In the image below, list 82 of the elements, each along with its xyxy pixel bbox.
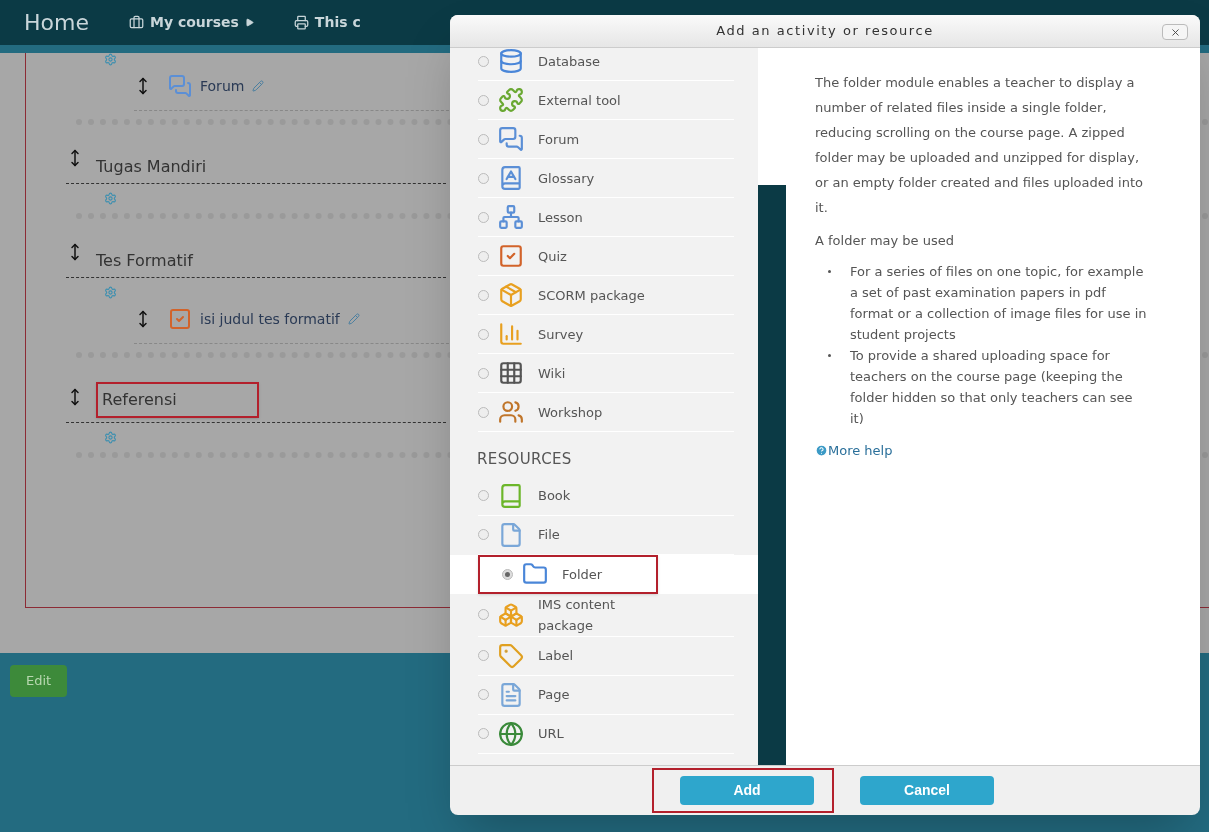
folder-icon: [522, 561, 548, 587]
page-icon: [498, 681, 524, 708]
chat-bubbles-icon: [168, 74, 192, 98]
caret-icon: [244, 18, 254, 27]
radio-button[interactable]: [478, 490, 489, 501]
radio-button[interactable]: [478, 650, 489, 661]
file-icon: [498, 521, 524, 548]
settings-icon[interactable]: [104, 431, 117, 444]
radio-button[interactable]: [478, 728, 489, 739]
grid-icon: [498, 360, 524, 386]
settings-icon[interactable]: [104, 286, 117, 299]
radio-button[interactable]: [478, 367, 489, 379]
module-option[interactable]: SCORM package: [478, 276, 734, 315]
dictionary-icon: [498, 165, 524, 191]
nav-link[interactable]: This c: [314, 12, 361, 33]
radio-button[interactable]: [478, 55, 489, 67]
people-icon: [498, 399, 524, 425]
nav-link[interactable]: My courses: [149, 12, 239, 33]
settings-icon[interactable]: [104, 53, 117, 66]
section-title: Referensi: [96, 382, 259, 418]
flowchart-icon: [498, 204, 524, 230]
box-icon: [498, 282, 524, 308]
puzzle-icon: [498, 87, 524, 113]
module-option[interactable]: Survey: [478, 315, 734, 354]
chat-bubbles-icon: [498, 126, 524, 152]
close-button[interactable]: [1162, 24, 1188, 40]
dialog-title: Add an activity or resource: [716, 22, 934, 41]
bullet-icon: [828, 270, 831, 273]
module-option[interactable]: Database: [478, 42, 734, 81]
module-option[interactable]: Quiz: [478, 237, 734, 276]
module-option[interactable]: External tool: [478, 81, 734, 120]
home-link[interactable]: Home: [24, 6, 89, 39]
radio-button[interactable]: [478, 94, 489, 106]
module-option[interactable]: File: [478, 515, 734, 555]
radio-button[interactable]: [478, 328, 489, 340]
tag-icon: [498, 642, 524, 669]
help-paragraph: A folder may be used: [815, 232, 955, 250]
module-option[interactable]: Workshop: [478, 393, 734, 432]
book-icon: [498, 482, 524, 509]
printer-icon: [293, 15, 309, 30]
help-bullet: To provide a shared uploading space for teachers on the course page (keeping the folder hidden so that only teachers can see it): [850, 348, 1133, 426]
globe-icon: [498, 720, 524, 747]
help-paragraph: The folder module enables a teacher to display a number of related files inside a single folder, reducing scrolling on the course page. A zipped folder may be uploaded and unzipped for display, or an empty folder created and files uploaded into it.: [815, 74, 1144, 217]
more-help-link[interactable]: More help: [828, 441, 893, 461]
module-option[interactable]: Book: [478, 476, 734, 516]
activity-link[interactable]: Forum: [200, 75, 245, 97]
module-option[interactable]: Forum: [478, 120, 734, 159]
module-option[interactable]: URL: [478, 714, 734, 754]
radio-button[interactable]: [478, 289, 489, 301]
pencil-icon[interactable]: [252, 80, 265, 92]
bullet-icon: [828, 354, 831, 357]
radio-button[interactable]: [478, 211, 489, 223]
help-bullet: For a series of files on one topic, for example a set of past examination papers in pdf format or a collection of image files for use in student projects: [850, 264, 1147, 342]
boxes-icon: [498, 601, 524, 628]
module-option[interactable]: Label: [478, 636, 734, 676]
section-title: Tugas Mandiri: [96, 156, 207, 178]
radio-button[interactable]: [478, 529, 489, 540]
radio-button[interactable]: [478, 250, 489, 262]
module-option[interactable]: Page: [478, 675, 734, 715]
bar-chart-icon: [498, 321, 524, 347]
group-heading: RESOURCES: [476, 449, 573, 470]
checkmark-icon: [168, 307, 192, 331]
pencil-icon[interactable]: [347, 313, 360, 325]
settings-icon[interactable]: [104, 192, 117, 205]
radio-button[interactable]: [478, 609, 489, 620]
close-icon: [1169, 26, 1181, 38]
radio-button[interactable]: [478, 133, 489, 145]
radio-button[interactable]: [478, 172, 489, 184]
module-option[interactable]: Lesson: [478, 198, 734, 237]
briefcase-icon: [128, 15, 144, 30]
database-icon: [498, 48, 524, 74]
section-title: Tes Formatif: [96, 250, 193, 272]
module-option[interactable]: IMS content package: [478, 593, 734, 637]
radio-button[interactable]: [478, 689, 489, 700]
activity-link[interactable]: isi judul tes formatif: [200, 308, 340, 330]
module-option[interactable]: Folder: [478, 554, 658, 594]
radio-button[interactable]: [502, 568, 513, 580]
module-option[interactable]: Wiki: [478, 354, 734, 393]
module-option[interactable]: Glossary: [478, 159, 734, 198]
checkmark-icon: [498, 243, 524, 269]
help-icon: [815, 444, 828, 458]
radio-button[interactable]: [478, 406, 489, 418]
